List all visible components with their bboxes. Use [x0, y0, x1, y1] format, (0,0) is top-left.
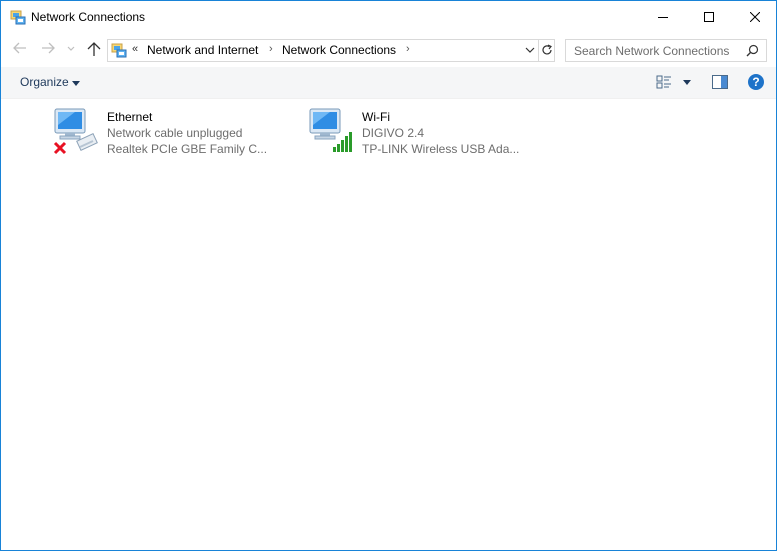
connection-status: Network cable unplugged — [107, 126, 243, 140]
connection-ethernet[interactable]: Ethernet Network cable unplugged Realtek… — [51, 107, 291, 157]
up-arrow-icon — [87, 42, 101, 56]
connection-device: TP-LINK Wireless USB Ada... — [362, 142, 520, 156]
address-dropdown-button[interactable] — [522, 40, 538, 61]
wifi-signal-icon — [306, 107, 356, 157]
close-icon — [750, 12, 760, 22]
address-overflow-chevron[interactable]: « — [132, 43, 138, 55]
search-input[interactable] — [566, 40, 746, 61]
chevron-down-icon[interactable] — [72, 81, 80, 86]
change-view-icon[interactable] — [656, 74, 672, 90]
breadcrumb-network-and-internet[interactable]: Network and Internet — [147, 43, 258, 57]
help-button[interactable]: ? — [748, 74, 764, 90]
address-bar[interactable]: « Network and Internet › Network Connect… — [107, 39, 555, 62]
refresh-icon — [542, 44, 552, 55]
ethernet-disconnected-icon — [51, 107, 101, 157]
connections-list: Ethernet Network cable unplugged Realtek… — [1, 99, 776, 550]
refresh-button[interactable] — [538, 40, 555, 61]
connection-name: Wi-Fi — [362, 110, 390, 124]
recent-locations-button[interactable] — [65, 39, 79, 59]
navigation-bar: « Network and Internet › Network Connect… — [1, 33, 776, 67]
connection-name: Ethernet — [107, 110, 153, 124]
network-folder-icon — [10, 9, 26, 25]
breadcrumb-network-connections[interactable]: Network Connections — [282, 43, 396, 57]
explorer-window: Network Connections « Network and Intern… — [0, 0, 777, 551]
forward-button[interactable] — [39, 39, 59, 59]
back-button[interactable] — [11, 39, 31, 59]
chevron-down-icon — [525, 47, 535, 53]
chevron-down-icon — [67, 46, 75, 51]
connection-device: Realtek PCIe GBE Family C... — [107, 142, 268, 156]
chevron-down-icon[interactable] — [683, 80, 691, 85]
command-bar: Organize ? — [1, 67, 776, 99]
minimize-button[interactable] — [640, 1, 686, 33]
organize-menu-button[interactable]: Organize — [20, 75, 69, 89]
back-arrow-icon — [13, 42, 26, 54]
breadcrumb-separator[interactable]: › — [269, 43, 273, 55]
connection-status: DIGIVO 2.4 — [362, 126, 425, 140]
maximize-icon — [704, 12, 714, 22]
preview-pane-icon[interactable] — [712, 75, 728, 89]
maximize-button[interactable] — [686, 1, 732, 33]
minimize-icon — [658, 17, 668, 18]
network-folder-icon — [111, 42, 127, 58]
search-box[interactable] — [565, 39, 767, 62]
forward-arrow-icon — [42, 42, 55, 54]
breadcrumb-separator[interactable]: › — [406, 43, 410, 55]
title-bar[interactable]: Network Connections — [1, 1, 776, 33]
close-button[interactable] — [732, 1, 776, 33]
search-icon[interactable] — [746, 44, 759, 60]
window-title: Network Connections — [31, 10, 146, 24]
up-button[interactable] — [85, 39, 105, 59]
connection-wifi[interactable]: Wi-Fi DIGIVO 2.4 TP-LINK Wireless USB Ad… — [306, 107, 546, 157]
